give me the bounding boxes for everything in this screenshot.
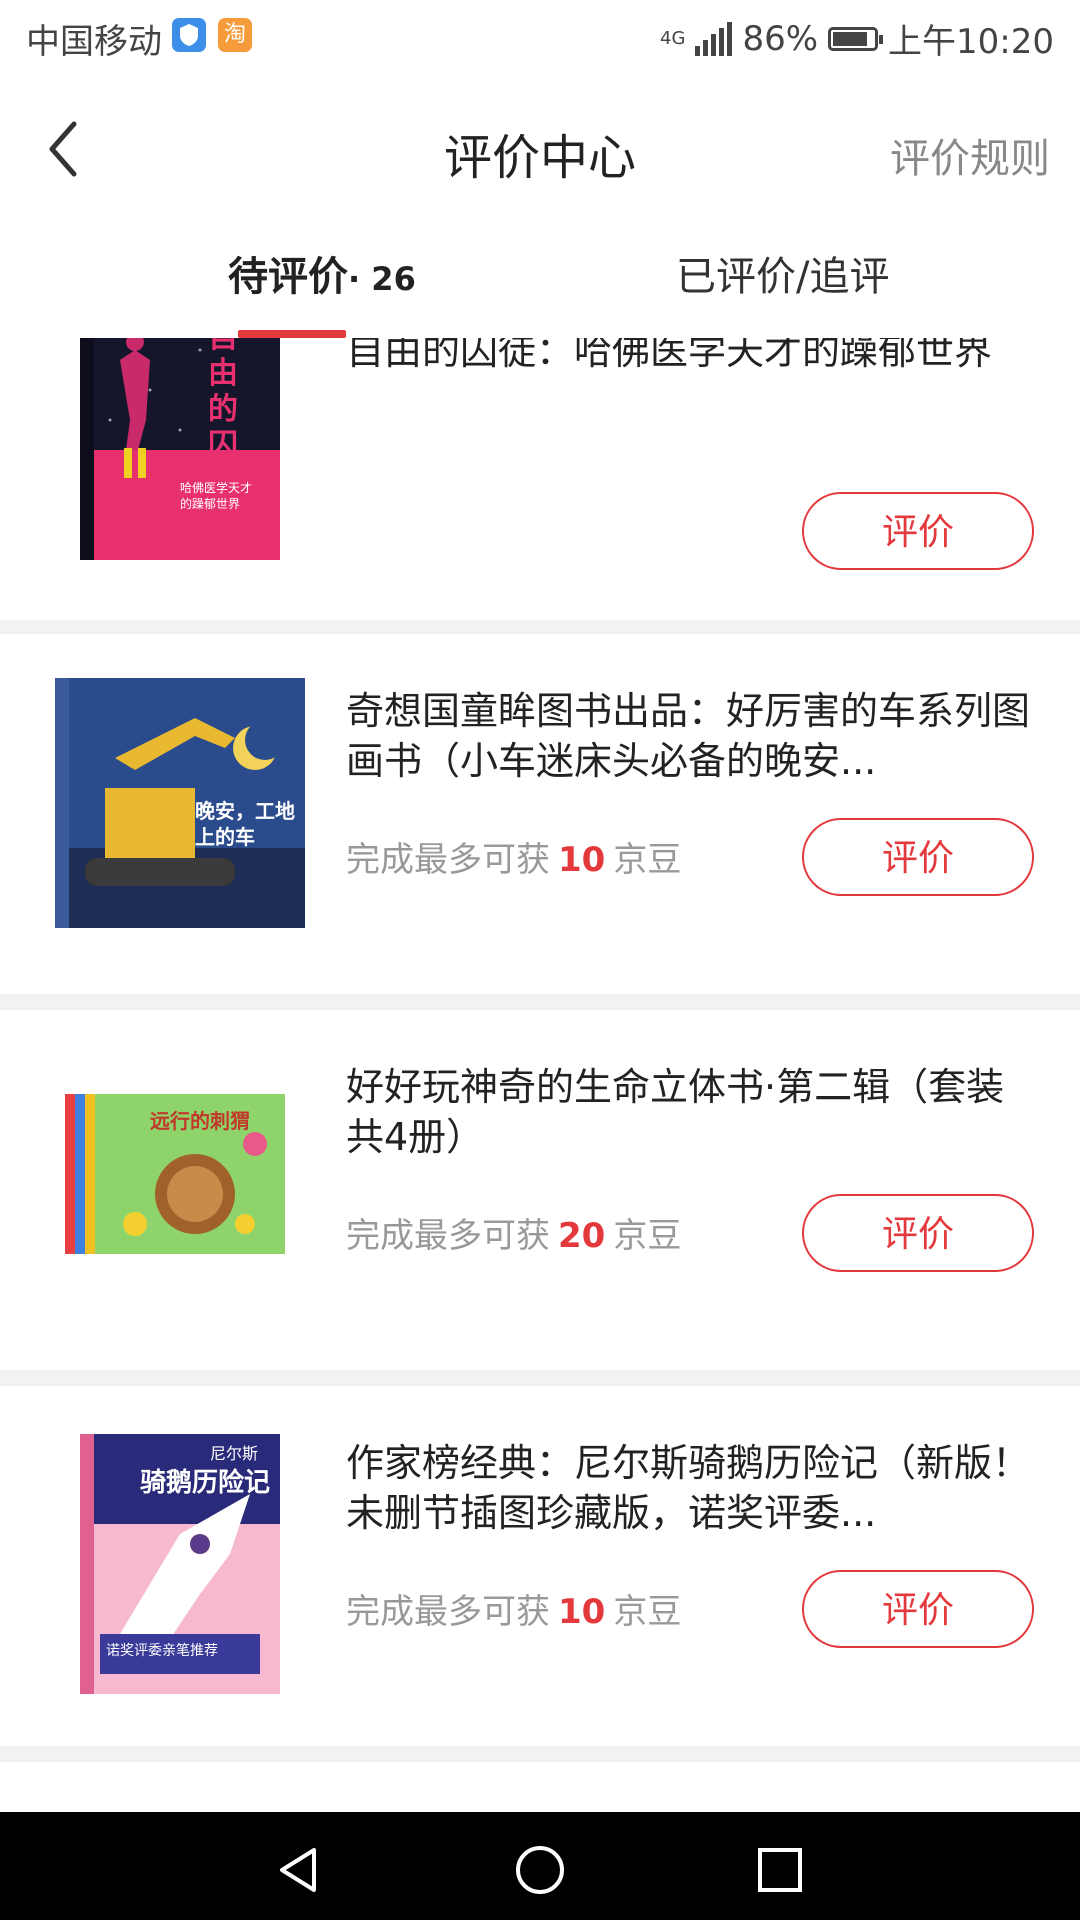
clock: 上午10:20 [888, 22, 1054, 62]
bean-count: 10 [558, 840, 606, 880]
status-bar: 中国移动 淘 4G 86% 上午10:20 [0, 0, 1080, 74]
tab-pending-label: 待评价 [228, 254, 348, 300]
tab-reviewed[interactable]: 已评价/追评 [676, 244, 889, 302]
bean-count: 20 [558, 1216, 606, 1256]
product-list[interactable]: 自由的囚徒 哈佛医学天才的躁郁世界 自由的囚徒：哈佛医学天才的躁郁世界 评价 晚… [0, 338, 1080, 1812]
product-name[interactable]: 自由的囚徒：哈佛医学天才的躁郁世界 [346, 338, 1036, 376]
taobao-app-icon: 淘 [218, 18, 252, 52]
list-item: 远行的刺猬 好好玩神奇的生命立体书·第二辑（套装共4册） 完成最多可获 20 京豆 … [0, 1010, 1080, 1370]
reward-info: 完成最多可获 10 京豆 [346, 832, 681, 881]
reward-suffix: 京豆 [613, 840, 682, 880]
list-item: 自由的囚徒 哈佛医学天才的躁郁世界 自由的囚徒：哈佛医学天才的躁郁世界 评价 [0, 338, 1080, 620]
review-button[interactable]: 评价 [802, 1194, 1034, 1272]
product-name[interactable]: 奇想国童眸图书出品：好厉害的车系列图画书（小车迷床头必备的晚安... [346, 686, 1036, 786]
reward-info: 完成最多可获 10 京豆 [346, 1584, 681, 1633]
battery-percent: 86% [742, 18, 819, 59]
review-rules-link[interactable]: 评价规则 [890, 126, 1050, 184]
carrier-name: 中国移动 [26, 22, 162, 62]
cover-banner: 诺奖评委亲笔推荐 [106, 1643, 218, 1659]
book-cover-image: 晚安，工地上的车 [55, 678, 305, 928]
cover-title: 晚安，工地上的车 [195, 799, 295, 849]
recents-square-icon[interactable] [750, 1840, 810, 1900]
list-item: 晚安，工地上的车 奇想国童眸图书出品：好厉害的车系列图画书（小车迷床头必备的晚安… [0, 634, 1080, 994]
reward-info: 完成最多可获 20 京豆 [346, 1208, 681, 1257]
cover-title: 自由的囚徒 [208, 338, 238, 499]
shield-app-icon [172, 18, 206, 52]
book-cover-image: 自由的囚徒 哈佛医学天才的躁郁世界 [80, 338, 280, 560]
cover-top-text: 尼尔斯 [210, 1444, 259, 1463]
back-triangle-icon[interactable] [270, 1840, 330, 1900]
cover-title: 骑鹅历险记 [140, 1468, 271, 1498]
product-name[interactable]: 作家榜经典：尼尔斯骑鹅历险记（新版！未删节插图珍藏版，诺奖评委... [346, 1438, 1036, 1538]
home-circle-icon[interactable] [510, 1840, 570, 1900]
tab-bar: 待评价· 26 已评价/追评 [0, 224, 1080, 339]
signal-icon [695, 21, 733, 56]
book-cover-image: 远行的刺猬 [55, 1064, 305, 1314]
cover-title: 远行的刺猬 [150, 1109, 250, 1133]
active-tab-indicator [238, 330, 346, 338]
list-item: 尼尔斯 骑鹅历险记 诺奖评委亲笔推荐 作家榜经典：尼尔斯骑鹅历险记（新版！未删节… [0, 1386, 1080, 1746]
header: 评价中心 评价规则 [0, 74, 1080, 224]
status-right: 4G 86% 上午10:20 [660, 14, 1054, 63]
reward-prefix: 完成最多可获 [346, 1592, 550, 1632]
review-button[interactable]: 评价 [802, 818, 1034, 896]
tab-pending-count: · 26 [348, 260, 416, 298]
reward-suffix: 京豆 [613, 1216, 682, 1256]
bean-count: 10 [558, 1592, 606, 1632]
review-button[interactable]: 评价 [802, 1570, 1034, 1648]
network-type: 4G [660, 27, 686, 49]
reward-suffix: 京豆 [613, 1592, 682, 1632]
reward-prefix: 完成最多可获 [346, 1216, 550, 1256]
reward-prefix: 完成最多可获 [346, 840, 550, 880]
book-cover-image: 尼尔斯 骑鹅历险记 诺奖评委亲笔推荐 [80, 1434, 280, 1694]
cover-subtitle: 哈佛医学天才的躁郁世界 [180, 481, 253, 511]
product-name[interactable]: 好好玩神奇的生命立体书·第二辑（套装共4册） [346, 1062, 1036, 1162]
review-button[interactable]: 评价 [802, 492, 1034, 570]
system-nav-bar [0, 1812, 1080, 1920]
tab-pending-review[interactable]: 待评价· 26 [228, 244, 416, 302]
list-item [0, 1762, 1080, 1812]
battery-icon [828, 26, 884, 51]
